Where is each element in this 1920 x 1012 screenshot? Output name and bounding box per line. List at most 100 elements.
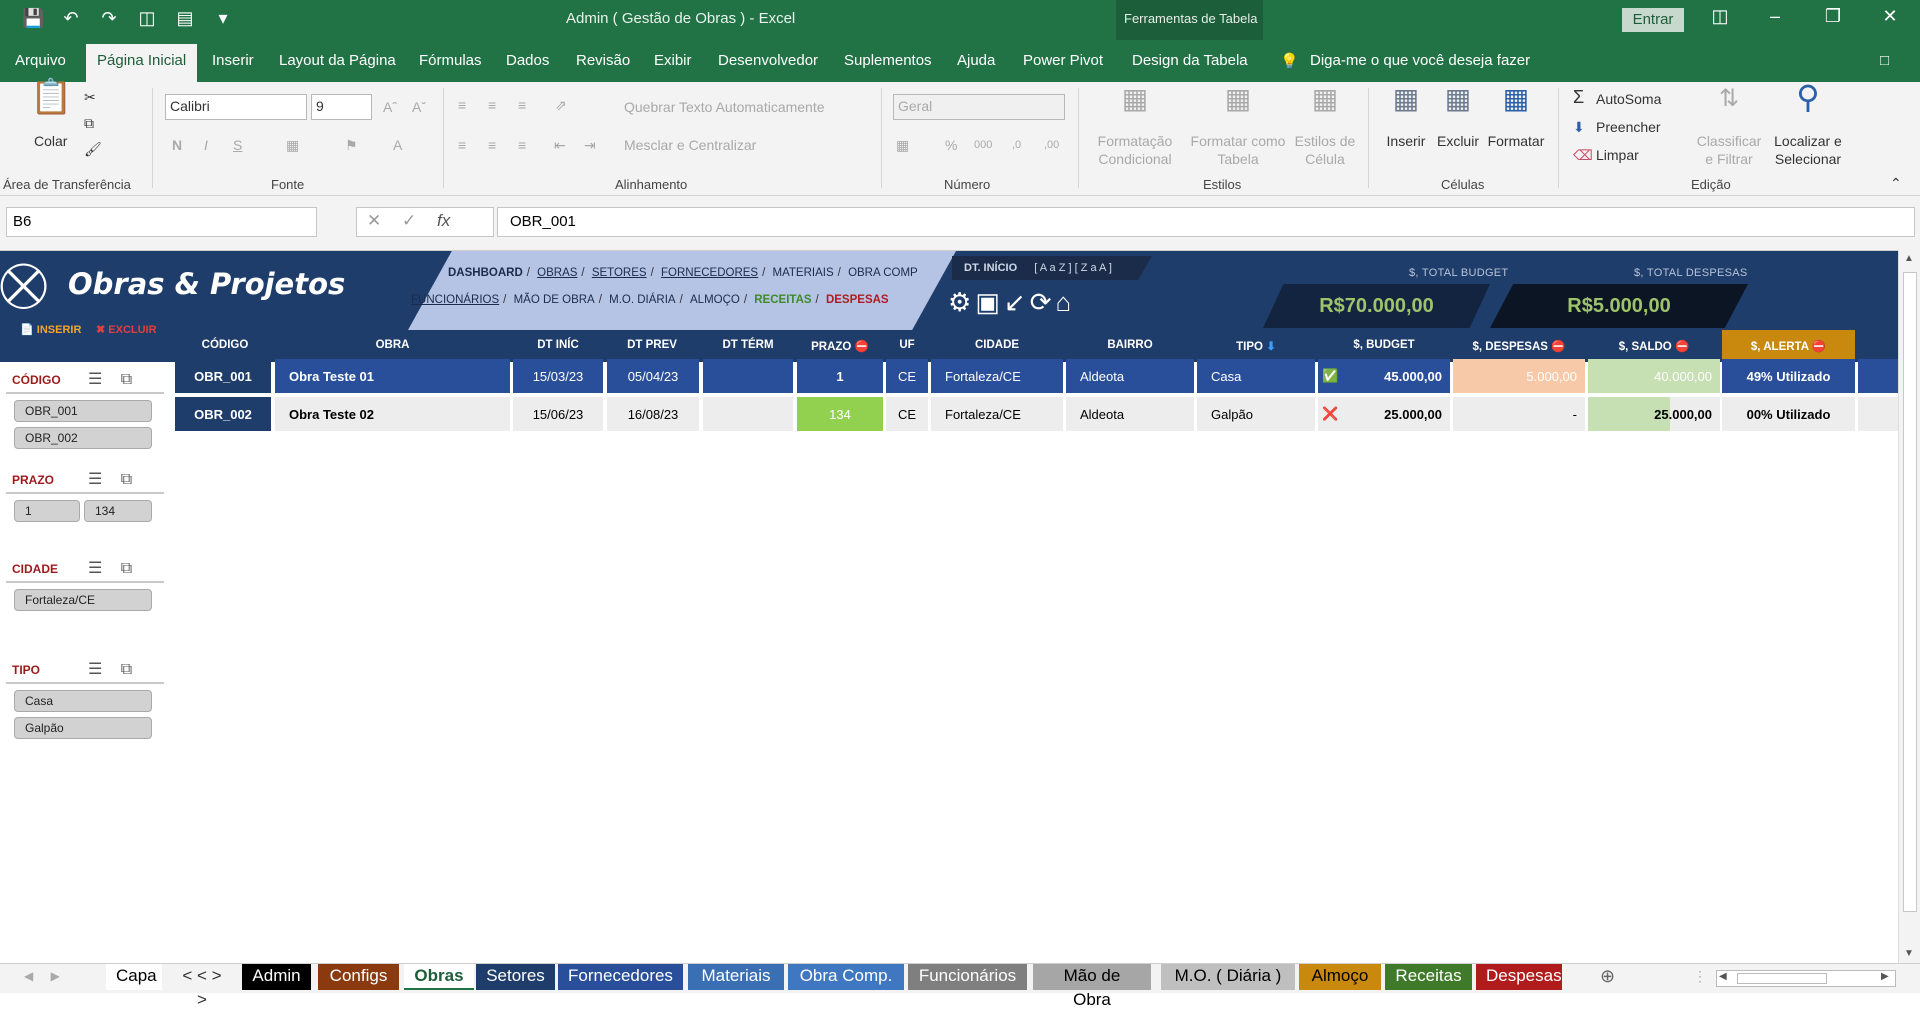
sheet-tab[interactable]: Configs (318, 964, 399, 990)
sheet-tab[interactable]: Despesas (1476, 964, 1562, 990)
sheet-tab[interactable]: Capa (106, 964, 162, 990)
copy-icon[interactable]: ⧉ (84, 114, 94, 132)
col-obra[interactable]: OBRA (275, 339, 510, 351)
align-top-icon[interactable]: ≡ (458, 96, 466, 114)
nav-obra-comp[interactable]: OBRA COMP (848, 267, 918, 279)
save-icon[interactable]: 💾 (22, 8, 44, 29)
cell-tipo[interactable]: Galpão (1197, 397, 1315, 431)
filter-chip[interactable]: Fortaleza/CE (14, 589, 152, 611)
number-format-combo[interactable]: Geral (893, 94, 1065, 120)
cell-prazo[interactable]: 1 (797, 359, 883, 393)
sheet-tab[interactable]: Fornecedores (558, 964, 683, 990)
filter-chip[interactable]: OBR_001 (14, 400, 152, 422)
redo-icon[interactable]: ↷ (98, 8, 120, 29)
tab-arquivo[interactable]: Arquivo (15, 52, 66, 69)
italic-icon[interactable]: I (204, 136, 208, 154)
cell-despesas[interactable]: - (1453, 397, 1585, 431)
align-right-icon[interactable]: ≡ (518, 136, 526, 154)
cell-dt-prev[interactable]: 05/04/23 (607, 359, 699, 393)
cell-codigo[interactable]: OBR_002 (175, 397, 271, 431)
underline-icon[interactable]: S (233, 136, 242, 154)
find-select-button[interactable]: Localizar e Selecionar (1766, 132, 1850, 168)
currency-icon[interactable]: ▦ (896, 136, 909, 154)
clear-button[interactable]: Limpar (1596, 146, 1639, 164)
align-left-icon[interactable]: ≡ (458, 136, 466, 154)
nav-setores[interactable]: SETORES (592, 267, 647, 279)
tab-exibir[interactable]: Exibir (654, 52, 692, 69)
cell-codigo[interactable]: OBR_001 (175, 359, 271, 393)
bold-icon[interactable]: N (172, 136, 182, 154)
cell-styles-button[interactable]: Estilos de Célula (1292, 132, 1358, 168)
clear-filter-icon[interactable]: ⧉ (121, 661, 132, 678)
nav-mao-de-obra[interactable]: MÃO DE OBRA (514, 294, 595, 306)
filter-chip[interactable]: 1 (14, 500, 80, 522)
tab-power-pivot[interactable]: Power Pivot (1023, 52, 1103, 69)
sheet-tab[interactable]: Obra Comp. (788, 964, 904, 990)
borders-icon[interactable]: ▦ (286, 136, 299, 154)
paste-button[interactable]: Colar (34, 132, 67, 150)
refresh-icon[interactable]: ⟳ (1030, 287, 1056, 317)
sort-az-za-buttons[interactable]: [ A a Z ] [ Z a A ] (1034, 262, 1112, 274)
sheet-tab[interactable]: Setores (476, 964, 555, 990)
delete-cells-button[interactable]: Excluir (1435, 132, 1481, 150)
nav-materiais[interactable]: MATERIAIS (773, 267, 834, 279)
restore-icon[interactable]: ❐ (1813, 6, 1853, 27)
increase-decimal-icon[interactable]: ,0 (1012, 136, 1021, 154)
autosum-icon[interactable]: Σ (1573, 88, 1584, 106)
tab-dados[interactable]: Dados (506, 52, 549, 69)
thousands-icon[interactable]: 000 (974, 136, 992, 154)
tab-suplementos[interactable]: Suplementos (844, 52, 932, 69)
align-bottom-icon[interactable]: ≡ (518, 96, 526, 114)
cell-saldo[interactable]: 40.000,00 (1588, 359, 1720, 393)
increase-indent-icon[interactable]: ⇥ (584, 136, 596, 154)
paste-icon[interactable]: 📋 (30, 80, 72, 114)
sheet-tab[interactable]: < < > > (170, 964, 234, 1009)
nav-fornecedores[interactable]: FORNECEDORES (661, 267, 758, 279)
format-table-button[interactable]: Formatar como Tabela (1185, 132, 1291, 168)
multiselect-icon[interactable]: ☰ (88, 560, 102, 577)
multiselect-icon[interactable]: ☰ (88, 661, 102, 678)
format-cells-button[interactable]: Formatar (1485, 132, 1547, 150)
tab-revisao[interactable]: Revisão (576, 52, 630, 69)
insert-cells-button[interactable]: Inserir (1383, 132, 1429, 150)
enter-icon[interactable]: ✓ (402, 211, 416, 230)
tab-prev-icon[interactable]: ◀ (24, 969, 33, 983)
format-painter-icon[interactable]: 🖌 (84, 140, 102, 158)
sheet-tab[interactable]: Funcionários (908, 964, 1027, 990)
col-codigo[interactable]: CÓDIGO (175, 339, 275, 351)
cell-saldo[interactable]: 25.000,00 (1588, 397, 1720, 431)
merge-center-button[interactable]: Mesclar e Centralizar (624, 136, 756, 154)
shrink-font-icon[interactable]: Aˇ (412, 98, 426, 116)
filter-chip[interactable]: Galpão (14, 717, 152, 739)
nav-almoco[interactable]: ALMOÇO (690, 294, 740, 306)
cell-alerta[interactable]: 49% Utilizado (1722, 359, 1855, 393)
filter-chip[interactable]: OBR_002 (14, 427, 152, 449)
comments-icon[interactable]: □ (1880, 52, 1889, 69)
nav-mo-diaria[interactable]: M.O. DIÁRIA (609, 294, 675, 306)
delete-cells-icon[interactable]: ▦ (1435, 85, 1481, 113)
name-box[interactable]: B6 (6, 207, 317, 237)
cell-dt-term[interactable] (703, 397, 793, 431)
customize-qa-icon[interactable]: ▾ (212, 8, 234, 29)
inserir-button[interactable]: 📄 INSERIR (20, 323, 81, 336)
cell-tipo[interactable]: Casa (1197, 359, 1315, 393)
sheet-tab-active[interactable]: Obras (404, 964, 474, 990)
cell-bairro[interactable]: Aldeota (1066, 359, 1194, 393)
cell-cidade[interactable]: Fortaleza/CE (931, 397, 1063, 431)
format-table-icon[interactable]: ▦ (1185, 85, 1291, 113)
hscroll-thumb[interactable] (1737, 973, 1827, 984)
nav-obras[interactable]: OBRAS (537, 267, 577, 279)
excluir-button[interactable]: ✖ EXCLUIR (96, 323, 157, 336)
formula-input[interactable]: OBR_001 (497, 207, 1915, 237)
clear-filter-icon[interactable]: ⧉ (121, 560, 132, 577)
percent-icon[interactable]: % (945, 136, 957, 154)
form-icon[interactable]: ▤ (174, 8, 196, 29)
tab-inserir[interactable]: Inserir (212, 52, 254, 69)
orientation-icon[interactable]: ⇗ (555, 96, 567, 114)
sheet-tab[interactable]: Mão de Obra (1033, 964, 1151, 1009)
sheet-tab[interactable]: Materiais (688, 964, 784, 990)
cell-alerta[interactable]: 00% Utilizado (1722, 397, 1855, 431)
tab-formulas[interactable]: Fórmulas (419, 52, 482, 69)
wrap-text-button[interactable]: Quebrar Texto Automaticamente (624, 98, 825, 116)
cell-cidade[interactable]: Fortaleza/CE (931, 359, 1063, 393)
